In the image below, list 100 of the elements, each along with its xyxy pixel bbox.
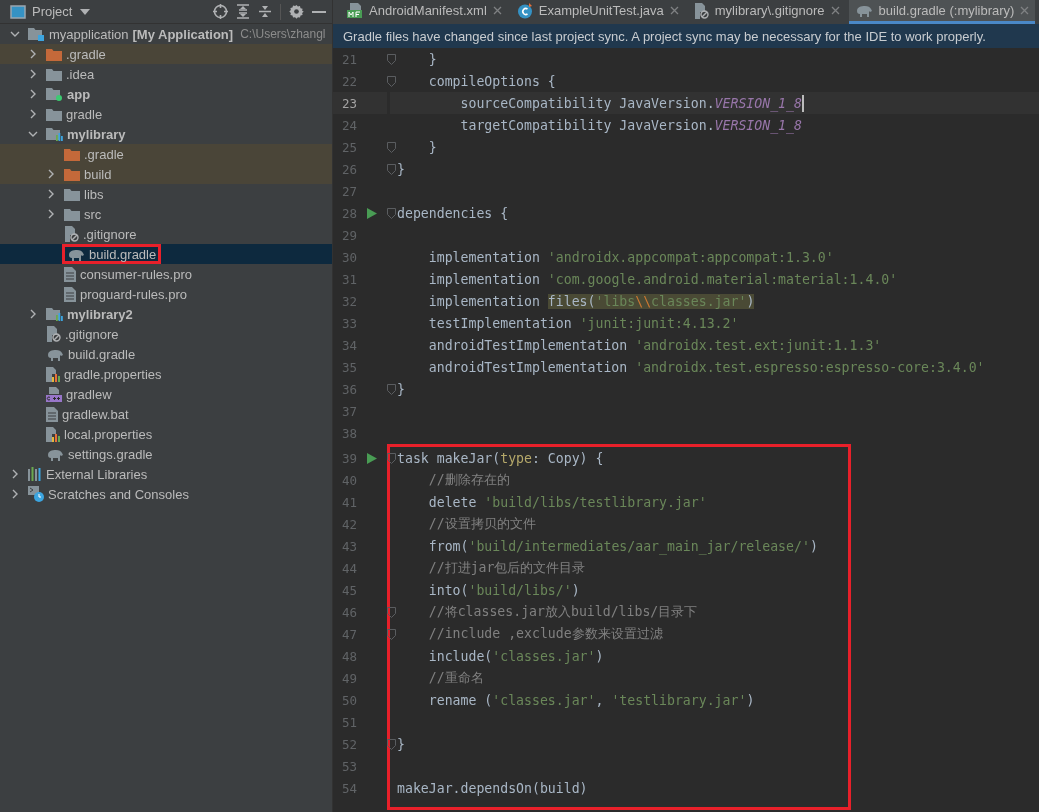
run-icon[interactable] xyxy=(367,207,377,219)
folder-icon xyxy=(64,167,80,181)
tree-item[interactable]: gradle.properties xyxy=(44,364,164,384)
tree-item[interactable]: gradlew.bat xyxy=(44,404,131,424)
line-number: 23 xyxy=(340,95,357,111)
panel-title[interactable]: Project xyxy=(32,4,73,19)
line-number: 50 xyxy=(340,692,357,708)
folder-icon xyxy=(64,207,80,221)
line-number: 38 xyxy=(340,425,357,441)
tree-item[interactable]: consumer-rules.pro xyxy=(62,264,194,284)
line-number: 47 xyxy=(340,626,357,642)
line-number: 26 xyxy=(340,161,357,177)
code-line: } xyxy=(427,139,437,155)
collapse-all-icon[interactable] xyxy=(258,4,272,19)
editor-tab[interactable]: AndroidManifest.xml xyxy=(341,0,508,24)
line-number: 21 xyxy=(340,51,357,67)
module-folder-icon xyxy=(28,27,45,41)
folder-icon xyxy=(64,147,80,161)
editor-tab[interactable]: mylibrary\.gitignore xyxy=(687,0,846,24)
ignored-file-icon xyxy=(693,2,709,19)
editor-tab[interactable]: ExampleUnitTest.java xyxy=(510,0,685,24)
code-line: delete 'build/libs/testlibrary.jar' xyxy=(427,494,707,510)
tree-item[interactable]: .gradle xyxy=(62,144,126,164)
line-number: 33 xyxy=(340,315,357,331)
code-line: //include ,exclude参数来设置过滤 xyxy=(427,625,663,643)
code-line: include('classes.jar') xyxy=(427,648,604,664)
fold-icon[interactable] xyxy=(387,738,396,750)
tree-item[interactable]: .gitignore xyxy=(62,224,139,244)
tree-item[interactable]: build xyxy=(62,164,114,184)
library-icon xyxy=(28,467,42,481)
line-number: 42 xyxy=(340,516,357,532)
window-icon xyxy=(10,4,26,19)
tree-item[interactable]: gradlew xyxy=(44,384,114,404)
line-number: 24 xyxy=(340,117,357,133)
line-number: 45 xyxy=(340,582,357,598)
dropdown-icon[interactable] xyxy=(80,8,91,15)
tree-item[interactable]: build.gradle xyxy=(44,344,138,364)
line-number: 54 xyxy=(340,780,357,796)
module-folder-icon xyxy=(46,87,63,101)
tree-item[interactable]: myapplication [My Application] C:\Users\zhangl xyxy=(26,24,328,44)
tree-item[interactable]: External Libraries xyxy=(26,464,150,484)
manifest-file-icon xyxy=(347,3,363,18)
code-line: dependencies { xyxy=(397,205,509,221)
tree-item[interactable]: proguard-rules.pro xyxy=(62,284,189,304)
line-number: 27 xyxy=(340,183,357,199)
code-line: sourceCompatibility JavaVersion.VERSION_1_8 xyxy=(459,95,802,111)
line-number: 30 xyxy=(340,249,357,265)
line-number: 34 xyxy=(340,337,357,353)
tree-item[interactable]: mylibrary xyxy=(44,124,128,144)
ignored-file-icon xyxy=(46,326,61,342)
tree-item[interactable]: .gradle xyxy=(44,44,108,64)
text-caret xyxy=(801,94,804,112)
properties-file-icon xyxy=(46,366,60,382)
tree-item[interactable]: src xyxy=(62,204,104,224)
tree-item[interactable]: app xyxy=(44,84,93,104)
elephant-icon xyxy=(46,447,64,461)
code-line: androidTestImplementation 'androidx.test.espresso:espresso-core:3.4.0' xyxy=(427,359,985,375)
code-line: makeJar.dependsOn(build) xyxy=(397,780,588,796)
expand-all-icon[interactable] xyxy=(236,4,250,19)
close-icon[interactable] xyxy=(669,6,679,15)
tree-item[interactable]: gradle xyxy=(44,104,105,124)
close-icon[interactable] xyxy=(492,6,502,15)
code-line: } xyxy=(397,161,405,177)
code-line: compileOptions { xyxy=(427,73,556,89)
run-icon[interactable] xyxy=(367,452,377,464)
tree-item[interactable]: .gitignore xyxy=(44,324,121,344)
code-line: rename ('classes.jar', 'testlibrary.jar') xyxy=(427,692,755,708)
properties-file-icon xyxy=(46,426,60,442)
ignored-file-icon xyxy=(64,226,79,242)
line-number: 48 xyxy=(340,648,357,664)
code-line: testImplementation 'junit:junit:4.13.2' xyxy=(427,315,739,331)
fold-icon[interactable] xyxy=(387,452,396,464)
editor-tab[interactable]: build.gradle (:mylibrary) xyxy=(848,0,1036,24)
close-icon[interactable] xyxy=(830,6,840,15)
line-number: 28 xyxy=(340,205,357,221)
locate-icon[interactable] xyxy=(213,4,228,19)
code-line: //将classes.jar放入build/libs/目录下 xyxy=(427,603,698,621)
fold-icon[interactable] xyxy=(387,628,396,640)
line-number: 40 xyxy=(340,472,357,488)
line-number: 49 xyxy=(340,670,357,686)
fold-icon[interactable] xyxy=(387,606,396,618)
line-number: 44 xyxy=(340,560,357,576)
tree-item[interactable]: Scratches and Consoles xyxy=(26,484,191,504)
line-number: 46 xyxy=(340,604,357,620)
text-file-icon xyxy=(46,406,58,422)
tree-item[interactable]: libs xyxy=(62,184,106,204)
tree-item[interactable]: mylibrary2 xyxy=(44,304,135,324)
module-folder-icon xyxy=(46,307,63,321)
elephant-icon xyxy=(854,4,873,17)
line-number: 41 xyxy=(340,494,357,510)
tree-item[interactable]: local.properties xyxy=(44,424,155,444)
tree-item[interactable]: build.gradle xyxy=(62,244,162,264)
code-line: task makeJar(type: Copy) { xyxy=(397,450,604,466)
line-number: 31 xyxy=(340,271,357,287)
line-number: 22 xyxy=(340,73,357,89)
settings-icon[interactable] xyxy=(289,4,304,19)
tree-item[interactable]: settings.gradle xyxy=(44,444,155,464)
line-number: 37 xyxy=(340,403,357,419)
line-number: 29 xyxy=(340,227,357,243)
tree-item[interactable]: .idea xyxy=(44,64,97,84)
